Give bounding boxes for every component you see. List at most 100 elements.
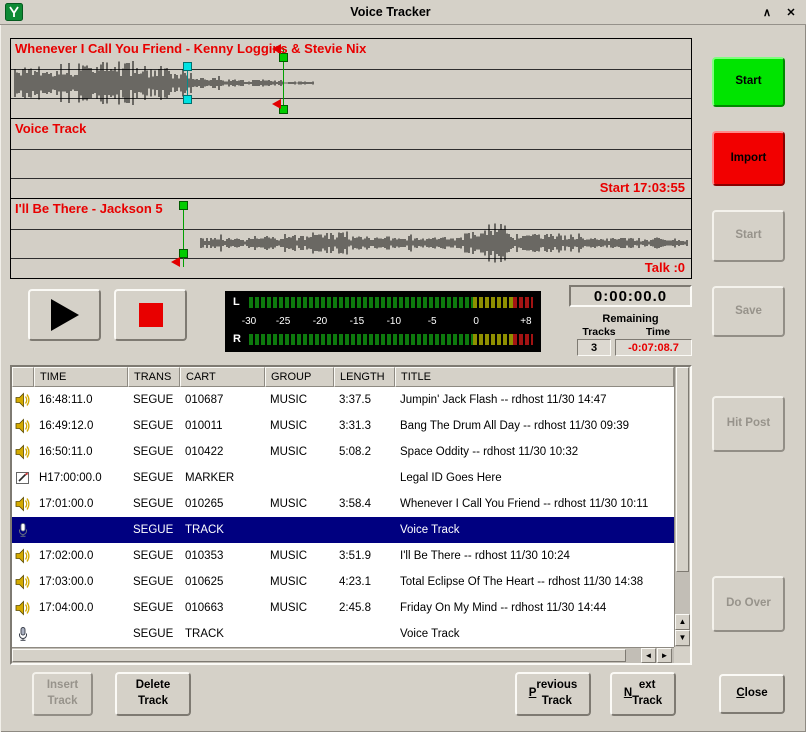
do-over-button[interactable]: Do Over bbox=[712, 576, 785, 632]
track-panel-1: Whenever I Call You Friend - Kenny Loggi… bbox=[10, 38, 692, 119]
table-row[interactable]: 17:04:00.0SEGUE010663MUSIC2:45.8Friday O… bbox=[12, 595, 674, 621]
remaining-label: Remaining bbox=[569, 313, 692, 325]
speaker-icon bbox=[12, 574, 34, 590]
play-button[interactable] bbox=[28, 289, 101, 341]
close-icon[interactable]: ✕ bbox=[782, 3, 800, 21]
scroll-left-icon[interactable]: ◄ bbox=[641, 648, 656, 663]
log-list: TIME TRANS CART GROUP LENGTH TITLE 16:48… bbox=[10, 365, 692, 665]
cell-cart: 010687 bbox=[180, 394, 265, 406]
cell-title: Voice Track bbox=[395, 524, 674, 536]
start-record-button[interactable]: Start bbox=[712, 57, 785, 107]
cell-title: I'll Be There -- rdhost 11/30 10:24 bbox=[395, 550, 674, 562]
scrollbar-corner bbox=[674, 647, 690, 663]
track-3-title: I'll Be There - Jackson 5 bbox=[15, 201, 163, 216]
remaining-tracks-value: 3 bbox=[577, 339, 611, 356]
voice-tracker-window: Voice Tracker ∧ ✕ Whenever I Call You Fr… bbox=[0, 0, 806, 732]
next-track-button[interactable]: NextTrack bbox=[610, 672, 676, 716]
playout-marker-icon[interactable] bbox=[272, 44, 281, 54]
cell-cart: TRACK bbox=[180, 628, 265, 640]
cell-group: MUSIC bbox=[265, 446, 334, 458]
cell-title: Jumpin' Jack Flash -- rdhost 11/30 14:47 bbox=[395, 394, 674, 406]
cell-trans: SEGUE bbox=[128, 524, 180, 536]
cell-group: MUSIC bbox=[265, 420, 334, 432]
stop-icon bbox=[139, 303, 163, 327]
meter-scale: -30-25-20-15-10-50+8 bbox=[249, 316, 533, 328]
meter-scale-label: -5 bbox=[428, 316, 437, 328]
hit-post-button[interactable]: Hit Post bbox=[712, 396, 785, 452]
stop-button[interactable] bbox=[114, 289, 187, 341]
meter-scale-label: -10 bbox=[387, 316, 401, 328]
table-row[interactable]: 16:49:12.0SEGUE010011MUSIC3:31.3Bang The… bbox=[12, 413, 674, 439]
cell-length: 5:08.2 bbox=[334, 446, 395, 458]
import-button[interactable]: Import bbox=[712, 131, 785, 186]
speaker-icon bbox=[12, 548, 34, 564]
horizontal-scrollbar[interactable]: ◄ ► bbox=[12, 647, 674, 663]
cell-title: Total Eclipse Of The Heart -- rdhost 11/… bbox=[395, 576, 674, 588]
start-marker-handle[interactable] bbox=[179, 201, 188, 210]
cell-title: Friday On My Mind -- rdhost 11/30 14:44 bbox=[395, 602, 674, 614]
cell-group: MUSIC bbox=[265, 394, 334, 406]
meter-scale-label: +8 bbox=[520, 316, 531, 328]
talk-marker-handle[interactable] bbox=[183, 62, 192, 71]
shade-icon[interactable]: ∧ bbox=[758, 3, 776, 21]
playout-marker-icon[interactable] bbox=[272, 99, 281, 109]
previous-track-button[interactable]: PreviousTrack bbox=[515, 672, 591, 716]
table-row[interactable]: 17:03:00.0SEGUE010625MUSIC4:23.1Total Ec… bbox=[12, 569, 674, 595]
cell-time: 16:49:12.0 bbox=[34, 420, 128, 432]
speaker-icon bbox=[12, 444, 34, 460]
speaker-icon bbox=[12, 418, 34, 434]
vertical-scrollbar[interactable]: ▲ ▼ bbox=[674, 367, 690, 647]
cell-time: 17:01:00.0 bbox=[34, 498, 128, 510]
cell-length: 4:23.1 bbox=[334, 576, 395, 588]
scroll-down-icon[interactable]: ▼ bbox=[675, 630, 690, 646]
track-panel-2: Voice Track Start 17:03:55 bbox=[10, 118, 692, 199]
track-panel-3: I'll Be There - Jackson 5 Talk :0 bbox=[10, 198, 692, 279]
header-cart[interactable]: CART bbox=[180, 367, 265, 387]
cell-group: MUSIC bbox=[265, 602, 334, 614]
horizontal-scrollbar-thumb[interactable] bbox=[12, 649, 626, 662]
track-2-start-time: Start 17:03:55 bbox=[600, 180, 685, 195]
cell-group: MUSIC bbox=[265, 576, 334, 588]
speaker-icon bbox=[12, 496, 34, 512]
start-marker-icon[interactable] bbox=[171, 257, 180, 267]
save-button[interactable]: Save bbox=[712, 286, 785, 337]
cell-trans: SEGUE bbox=[128, 498, 180, 510]
cell-title: Voice Track bbox=[395, 628, 674, 640]
header-time[interactable]: TIME bbox=[34, 367, 128, 387]
table-row[interactable]: 16:48:11.0SEGUE010687MUSIC3:37.5Jumpin' … bbox=[12, 387, 674, 413]
app-icon[interactable] bbox=[5, 3, 23, 21]
cell-time: 17:03:00.0 bbox=[34, 576, 128, 588]
header-trans[interactable]: TRANS bbox=[128, 367, 180, 387]
cell-trans: SEGUE bbox=[128, 628, 180, 640]
close-button[interactable]: Close bbox=[719, 674, 785, 714]
scroll-up-icon[interactable]: ▲ bbox=[675, 614, 690, 630]
segue-marker-handle[interactable] bbox=[279, 53, 288, 62]
table-row[interactable]: H17:00:00.0SEGUEMARKERLegal ID Goes Here bbox=[12, 465, 674, 491]
table-row[interactable]: SEGUETRACKVoice Track bbox=[12, 517, 674, 543]
delete-track-button[interactable]: Delete Track bbox=[115, 672, 191, 716]
scroll-right-icon[interactable]: ► bbox=[657, 648, 672, 663]
cell-title: Space Oddity -- rdhost 11/30 10:32 bbox=[395, 446, 674, 458]
cell-cart: 010265 bbox=[180, 498, 265, 510]
cell-trans: SEGUE bbox=[128, 602, 180, 614]
header-icon[interactable] bbox=[12, 367, 34, 387]
table-row[interactable]: 17:02:00.0SEGUE010353MUSIC3:51.9I'll Be … bbox=[12, 543, 674, 569]
gridline bbox=[11, 178, 691, 179]
table-row[interactable]: SEGUETRACK Voice Track bbox=[12, 621, 674, 647]
insert-track-button[interactable]: Insert Track bbox=[32, 672, 93, 716]
talk-marker-handle[interactable] bbox=[183, 95, 192, 104]
cell-trans: SEGUE bbox=[128, 420, 180, 432]
mic-icon bbox=[12, 522, 34, 538]
header-title[interactable]: TITLE bbox=[395, 367, 674, 387]
vertical-scrollbar-thumb[interactable] bbox=[676, 367, 689, 572]
audio-meter: L -30-25-20-15-10-50+8 R bbox=[225, 291, 541, 352]
table-row[interactable]: 16:50:11.0SEGUE010422MUSIC5:08.2Space Od… bbox=[12, 439, 674, 465]
marker-icon bbox=[12, 470, 34, 486]
start-next-button[interactable]: Start bbox=[712, 210, 785, 262]
table-row[interactable]: 17:01:00.0SEGUE010265MUSIC3:58.4Whenever… bbox=[12, 491, 674, 517]
cell-length: 3:51.9 bbox=[334, 550, 395, 562]
header-length[interactable]: LENGTH bbox=[334, 367, 395, 387]
start-marker-handle[interactable] bbox=[179, 249, 188, 258]
header-group[interactable]: GROUP bbox=[265, 367, 334, 387]
elapsed-time-display: 0:00:00.0 bbox=[569, 285, 692, 307]
